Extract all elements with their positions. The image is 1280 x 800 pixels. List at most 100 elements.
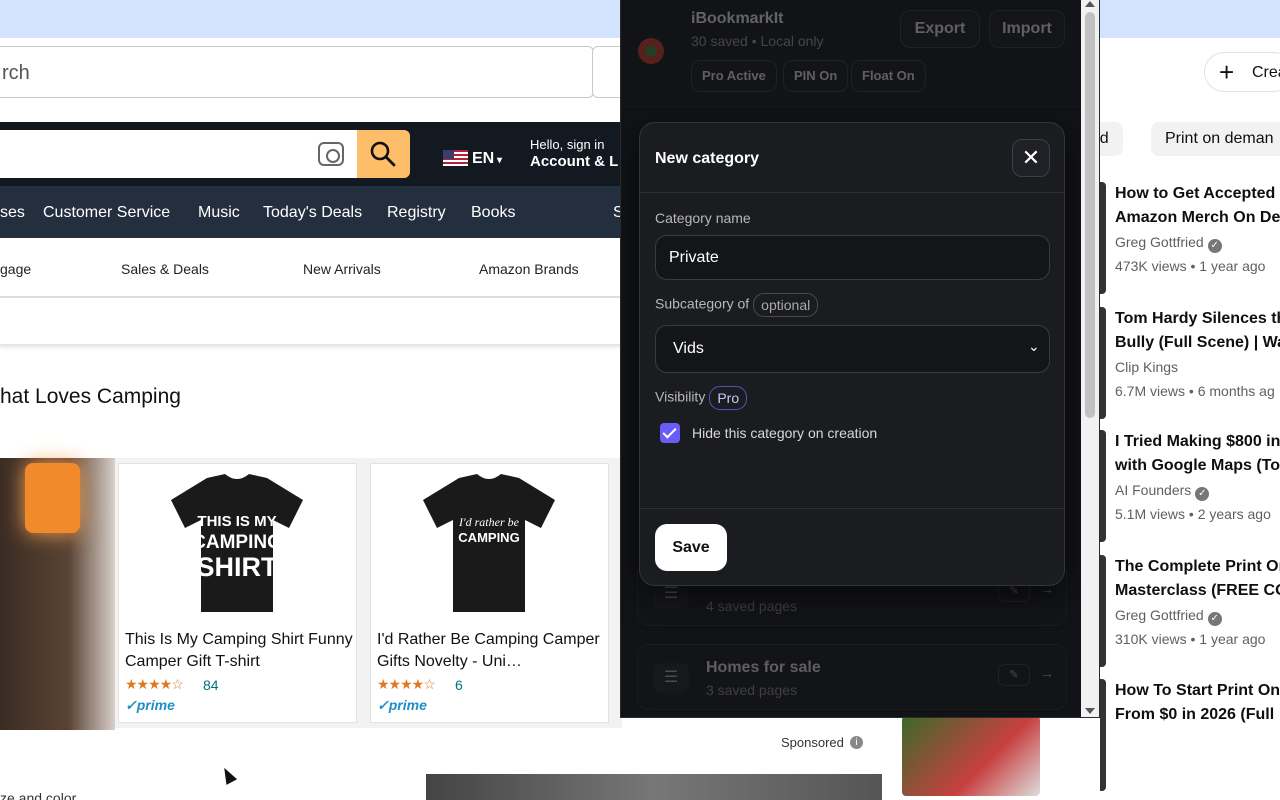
title-line: with Google Maps (To (1115, 457, 1280, 474)
channel-label: Greg Gottfried (1115, 607, 1204, 623)
app-logo-icon (638, 38, 664, 64)
star-rating[interactable]: ★★★★☆ (377, 676, 436, 693)
lamp-image (25, 463, 80, 533)
svg-text:I'd rather be: I'd rather be (458, 515, 520, 529)
title-line: The Complete Print On (1115, 558, 1280, 575)
account-lists[interactable]: Account & L (530, 153, 618, 170)
chevron-down-icon: ⌄ (1028, 338, 1040, 354)
video-item[interactable]: How to Get Accepted Amazon Merch On De Gr… (1100, 182, 1280, 294)
nav-music[interactable]: Music (198, 204, 240, 222)
scroll-down-icon[interactable] (1085, 708, 1095, 714)
rating-count[interactable]: 6 (455, 677, 463, 693)
video-thumbnail[interactable] (1100, 430, 1106, 542)
nav-customer-service[interactable]: Customer Service (43, 204, 170, 222)
popup-scrollbar[interactable] (1081, 0, 1099, 717)
subcategory-select[interactable]: Vids ⌄ (655, 325, 1050, 373)
product-image[interactable]: THIS IS MY CAMPING SHIRT (119, 464, 356, 621)
video-meta: 310K views • 1 year ago (1115, 631, 1266, 647)
nav-registry[interactable]: Registry (387, 204, 446, 222)
star-rating[interactable]: ★★★★☆ (125, 676, 184, 693)
export-button[interactable]: Export (900, 10, 980, 48)
amazon-top-strip (0, 122, 622, 130)
video-item[interactable]: Tom Hardy Silences th Bully (Full Scene) … (1100, 307, 1280, 419)
tshirt-image: I'd rather be CAMPING (423, 474, 555, 612)
subnav-new-arrivals[interactable]: New Arrivals (303, 261, 381, 277)
language-selector[interactable]: EN ▾ (472, 150, 502, 168)
tshirt-image: THIS IS MY CAMPING SHIRT (171, 474, 303, 612)
pro-tag: Pro (709, 386, 748, 410)
amazon-search-input[interactable] (0, 130, 357, 178)
save-button[interactable]: Save (655, 524, 727, 571)
amazon-header: EN ▾ Hello, sign in Account & L (0, 130, 622, 186)
camera-search-icon[interactable] (318, 142, 344, 166)
product-title[interactable]: This Is My Camping Shirt Funny Camper Gi… (125, 629, 353, 673)
filter-chip-print-on-demand[interactable]: Print on deman (1151, 122, 1280, 156)
channel-name[interactable]: Clip Kings (1115, 359, 1178, 375)
video-title[interactable]: Tom Hardy Silences th Bully (Full Scene) … (1115, 307, 1280, 355)
subnav-amazon-brands[interactable]: Amazon Brands (479, 261, 579, 277)
arrow-right-icon[interactable]: → (1040, 665, 1054, 681)
video-title[interactable]: The Complete Print On Masterclass (FREE C… (1115, 555, 1280, 603)
video-thumbnail[interactable] (1100, 307, 1106, 419)
video-title[interactable]: I Tried Making $800 in with Google Maps (… (1115, 430, 1280, 478)
video-title[interactable]: How To Start Print On From $0 in 2026 (Fu… (1115, 679, 1280, 727)
video-thumbnail[interactable] (1100, 679, 1106, 791)
video-thumbnail[interactable] (902, 716, 1040, 796)
create-button[interactable]: + Crea (1204, 52, 1280, 92)
video-item[interactable]: How To Start Print On From $0 in 2026 (Fu… (1100, 679, 1280, 791)
us-flag-icon[interactable] (443, 150, 468, 166)
product-image[interactable]: I'd rather be CAMPING (371, 464, 608, 621)
scrollbar-thumb[interactable] (1085, 12, 1095, 418)
pro-active-pill[interactable]: Pro Active (691, 60, 777, 92)
title-line: Masterclass (FREE CO (1115, 582, 1280, 599)
title-line: Tom Hardy Silences th (1115, 310, 1280, 327)
caret-down-icon: ▾ (494, 155, 503, 166)
product-image-blurred[interactable] (0, 458, 115, 730)
video-title[interactable]: How to Get Accepted Amazon Merch On De (1115, 182, 1280, 230)
category-name: Homes for sale (706, 659, 821, 676)
scroll-up-icon[interactable] (1085, 1, 1095, 7)
float-on-pill[interactable]: Float On (851, 60, 926, 92)
close-icon[interactable]: ✕ (1012, 139, 1050, 177)
title-line: How to Get Accepted (1115, 185, 1276, 202)
subnav-item[interactable]: gage (0, 261, 31, 277)
prime-badge: ✓prime (377, 697, 427, 713)
nav-todays-deals[interactable]: Today's Deals (263, 204, 362, 222)
info-icon[interactable]: i (850, 736, 863, 749)
title-line: How To Start Print On (1115, 682, 1280, 699)
amazon-search-button[interactable] (357, 130, 410, 178)
rating-count[interactable]: 84 (203, 677, 219, 693)
nav-books[interactable]: Books (471, 204, 515, 222)
channel-name[interactable]: Greg Gottfried ✓ (1115, 234, 1222, 253)
video-thumbnail[interactable] (1100, 182, 1106, 294)
channel-name[interactable]: AI Founders ✓ (1115, 482, 1210, 501)
category-count: 3 saved pages (706, 682, 798, 698)
verified-icon: ✓ (1207, 239, 1222, 253)
edit-icon[interactable]: ✎ (998, 664, 1030, 686)
svg-text:SHIRT: SHIRT (197, 552, 279, 582)
verified-icon: ✓ (1207, 612, 1222, 626)
hello-sign-in[interactable]: Hello, sign in (530, 137, 604, 152)
category-row[interactable]: ☰ Homes for sale 3 saved pages ✎ → (637, 644, 1067, 710)
product-title[interactable]: I'd Rather Be Camping Camper Gifts Novel… (377, 629, 605, 673)
subnav-sales-deals[interactable]: Sales & Deals (121, 261, 209, 277)
nav-item[interactable]: ses (0, 204, 25, 222)
video-meta: 473K views • 1 year ago (1115, 258, 1266, 274)
amazon-subnav: gage Sales & Deals New Arrivals Amazon B… (0, 238, 622, 298)
video-item[interactable]: The Complete Print On Masterclass (FREE C… (1100, 555, 1280, 667)
category-name-input[interactable] (655, 235, 1050, 280)
video-item[interactable]: I Tried Making $800 in with Google Maps (… (1100, 430, 1280, 542)
channel-name[interactable]: Greg Gottfried ✓ (1115, 607, 1222, 626)
product-card[interactable]: I'd rather be CAMPING I'd Rather Be Camp… (370, 463, 609, 723)
video-thumbnail[interactable] (1100, 555, 1106, 667)
drag-handle-icon[interactable]: ☰ (653, 663, 689, 693)
import-button[interactable]: Import (989, 10, 1065, 48)
product-card[interactable]: THIS IS MY CAMPING SHIRT This Is My Camp… (118, 463, 357, 723)
hide-category-checkbox[interactable] (660, 423, 680, 443)
svg-text:CAMPING: CAMPING (458, 530, 519, 545)
sponsored-image[interactable] (426, 774, 882, 800)
browser-search-box[interactable]: rch (0, 46, 594, 98)
pin-on-pill[interactable]: PIN On (783, 60, 849, 92)
video-meta: 5.1M views • 2 years ago (1115, 506, 1271, 522)
hide-category-label[interactable]: Hide this category on creation (692, 425, 877, 441)
